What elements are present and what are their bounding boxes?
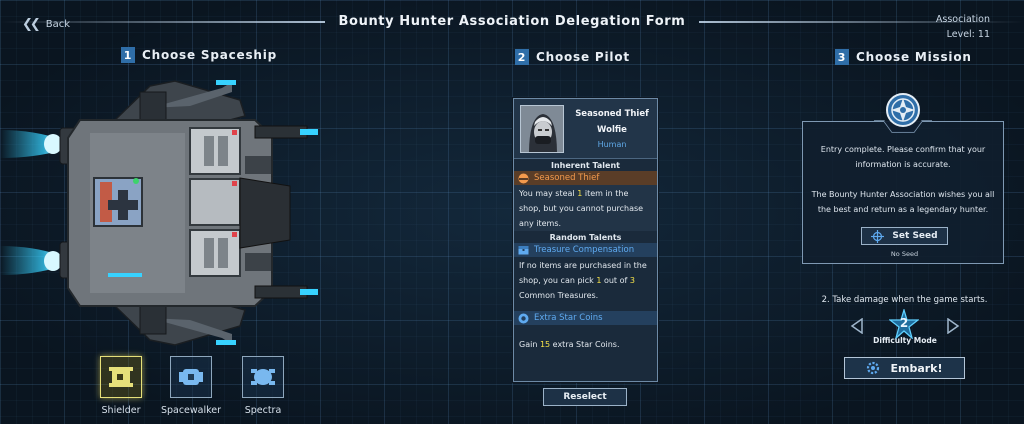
section-choose-mission: 3 Choose Mission [835, 49, 972, 65]
pilot-portrait [520, 105, 564, 153]
random-talent-desc: Gain 15 extra Star Coins. [519, 340, 620, 349]
pilot-title: Seasoned Thief [575, 109, 649, 119]
section-number: 2 [515, 49, 529, 65]
random-talents-header: Random Talents [549, 233, 622, 242]
mission-confirm-text: Entry complete. Please confirm that your… [820, 145, 986, 169]
pilot-card-header: Seasoned Thief Wolfie Human [514, 99, 657, 159]
spacewalker-ship-icon [179, 369, 203, 385]
mission-wish-text: The Bounty Hunter Association wishes you… [811, 190, 995, 214]
difficulty-description: 2. Take damage when the game starts. [821, 295, 988, 305]
star-coin-icon [518, 313, 529, 323]
inherent-talent-title: Seasoned Thief [514, 171, 657, 185]
spaceship-preview [0, 78, 330, 352]
inherent-talent-desc: You may steal 1 item in the shop, but yo… [514, 185, 657, 231]
pilot-name: Wolfie [597, 125, 627, 135]
thief-hat-icon [518, 173, 529, 183]
ship-label-spacewalker: Spacewalker [160, 405, 222, 416]
ship-label-spectra: Spectra [244, 405, 282, 416]
set-seed-label: Set Seed [892, 231, 938, 241]
treasure-chest-icon [518, 246, 529, 255]
section-number: 3 [835, 49, 849, 65]
difficulty-mode-label: Difficulty Mode [873, 336, 937, 345]
inherent-talent-header: Inherent Talent [551, 161, 620, 170]
ship-label-shielder: Shielder [101, 405, 141, 416]
embark-label: Embark! [890, 361, 943, 375]
random-talent-title: Treasure Compensation [514, 243, 657, 257]
title-divider-left [0, 20, 325, 23]
level-label: Level: 11 [946, 29, 990, 40]
difficulty-next-button[interactable] [946, 318, 960, 334]
difficulty-level: 2 [899, 316, 909, 330]
ship-option-spacewalker[interactable] [170, 356, 212, 398]
page-title: Bounty Hunter Association Delegation For… [338, 14, 686, 29]
seed-value: No Seed [890, 250, 919, 258]
reselect-button[interactable]: Reselect [543, 388, 627, 406]
ship-option-spectra[interactable] [242, 356, 284, 398]
gear-icon [867, 361, 880, 375]
ship-option-shielder[interactable] [100, 356, 142, 398]
random-talent-title: Extra Star Coins [514, 311, 657, 325]
difficulty-prev-button[interactable] [850, 318, 864, 334]
section-number: 1 [121, 47, 135, 63]
embark-button[interactable]: Embark! [844, 357, 965, 379]
random-talent-desc: If no items are purchased in the shop, y… [519, 261, 647, 300]
crosshair-icon [871, 229, 885, 243]
shielder-ship-icon [109, 367, 133, 387]
spectra-ship-icon [251, 369, 275, 385]
section-choose-pilot: 2 Choose Pilot [515, 49, 630, 65]
difficulty-badge: 2 [888, 307, 920, 340]
section-label: Choose Mission [856, 50, 972, 64]
section-label: Choose Pilot [536, 50, 630, 64]
random-talent-name: Extra Star Coins [534, 313, 603, 323]
association-level: Association Level: 11 [936, 12, 990, 42]
inherent-talent-name: Seasoned Thief [534, 173, 600, 183]
set-seed-button[interactable]: Set Seed [861, 227, 948, 245]
section-label: Choose Spaceship [142, 48, 278, 62]
pilot-card: Seasoned Thief Wolfie Human Inherent Tal… [513, 98, 658, 382]
association-label: Association [935, 14, 990, 25]
pilot-race: Human [597, 140, 627, 149]
page-header: Bounty Hunter Association Delegation For… [0, 14, 1024, 29]
random-talent-name: Treasure Compensation [534, 245, 635, 255]
section-choose-spaceship: 1 Choose Spaceship [121, 47, 277, 63]
association-emblem [874, 93, 932, 133]
